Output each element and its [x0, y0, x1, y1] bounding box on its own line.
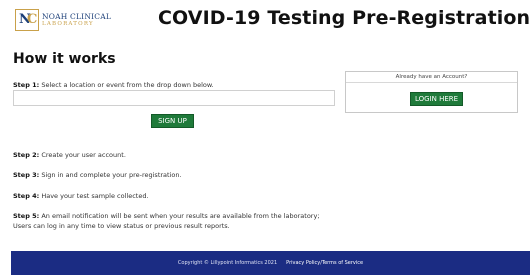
step-5-text: An email notification will be sent when …	[41, 212, 320, 220]
step-4-label: Step 4:	[13, 192, 40, 200]
step-1: Step 1: Select a location or event from …	[13, 81, 214, 89]
section-title: How it works	[13, 51, 116, 67]
sign-up-button[interactable]: SIGN UP	[151, 114, 194, 128]
step-5-label: Step 5:	[13, 212, 40, 220]
login-button[interactable]: LOGIN HERE	[410, 92, 463, 106]
step-3-text: Sign in and complete your pre-registrati…	[41, 171, 182, 179]
step-4: Step 4: Have your test sample collected.	[13, 192, 149, 200]
privacy-terms-link[interactable]: Privacy Policy/Terms of Service	[286, 260, 363, 266]
footer: Copyright © Lillypoint Informatics 2021 …	[11, 251, 530, 275]
logo-line2: LABORATORY	[42, 21, 94, 27]
step-2: Step 2: Create your user account.	[13, 151, 126, 159]
location-select[interactable]	[13, 90, 335, 106]
logo-mark-icon: NC	[15, 9, 39, 31]
account-panel-heading: Already have an Account?	[346, 72, 517, 83]
logo-line1: NOAH CLINICAL	[42, 11, 111, 21]
page-title: COVID-19 Testing Pre-Registration	[158, 7, 530, 29]
step-4-text: Have your test sample collected.	[41, 192, 149, 200]
company-logo[interactable]: NC NOAH CLINICAL LABORATORY	[15, 9, 117, 31]
step-5-continued: Users can log in any time to view status…	[13, 222, 230, 230]
step-5: Step 5: An email notification will be se…	[13, 212, 320, 220]
step-1-label: Step 1:	[13, 81, 40, 89]
step-2-label: Step 2:	[13, 151, 40, 159]
logo-text: NOAH CLINICAL LABORATORY	[42, 11, 111, 28]
step-3: Step 3: Sign in and complete your pre-re…	[13, 171, 182, 179]
existing-account-panel: Already have an Account? LOGIN HERE	[345, 71, 518, 113]
footer-copyright: Copyright © Lillypoint Informatics 2021	[177, 260, 278, 266]
header: NC NOAH CLINICAL LABORATORY COVID-19 Tes…	[0, 0, 530, 38]
step-3-label: Step 3:	[13, 171, 40, 179]
step-1-text: Select a location or event from the drop…	[41, 81, 214, 89]
step-2-text: Create your user account.	[41, 151, 126, 159]
